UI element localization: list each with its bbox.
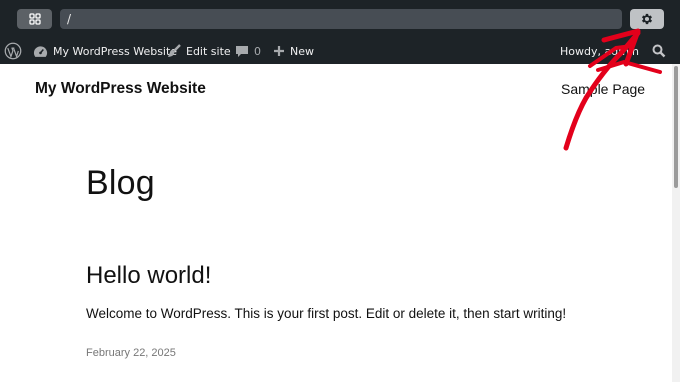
page-content: My WordPress Website Sample Page Blog He… — [0, 64, 680, 382]
grid-icon — [28, 13, 41, 25]
edit-site-link[interactable]: Edit site — [167, 38, 231, 64]
wordpress-icon — [4, 42, 22, 60]
comments-link[interactable]: 0 — [235, 38, 261, 64]
comments-count: 0 — [254, 44, 261, 58]
post-title[interactable]: Hello world! — [86, 262, 211, 290]
edit-site-label: Edit site — [186, 44, 231, 58]
new-content-menu[interactable]: New — [273, 38, 314, 64]
scrollbar-thumb[interactable] — [674, 66, 678, 188]
user-account-menu[interactable]: Howdy, admin — [560, 38, 639, 64]
howdy-label: Howdy, admin — [560, 44, 639, 58]
page-title: Blog — [86, 164, 155, 202]
address-bar[interactable]: / — [60, 9, 622, 29]
dashboard-icon — [33, 45, 48, 57]
site-name-label: My WordPress Website — [53, 44, 178, 58]
post-date[interactable]: February 22, 2025 — [86, 347, 176, 359]
adminbar-search[interactable] — [652, 38, 666, 64]
post-excerpt: Welcome to WordPress. This is your first… — [86, 306, 567, 321]
page-scrollbar[interactable] — [672, 64, 680, 382]
plus-icon — [274, 46, 284, 56]
site-name-menu[interactable]: My WordPress Website — [33, 38, 177, 64]
settings-button[interactable] — [630, 9, 664, 29]
browser-toolbar: / — [0, 0, 680, 38]
brush-icon — [168, 44, 181, 57]
wp-logo-menu[interactable] — [4, 38, 22, 64]
search-icon — [652, 44, 666, 58]
gear-icon — [641, 13, 653, 25]
apps-button[interactable] — [17, 9, 52, 29]
wp-admin-bar: My WordPress Website Edit site 0 New How… — [0, 38, 680, 64]
site-title[interactable]: My WordPress Website — [35, 80, 206, 98]
comment-bubble-icon — [236, 45, 248, 57]
new-label: New — [290, 44, 314, 58]
nav-link-sample-page[interactable]: Sample Page — [561, 81, 645, 97]
